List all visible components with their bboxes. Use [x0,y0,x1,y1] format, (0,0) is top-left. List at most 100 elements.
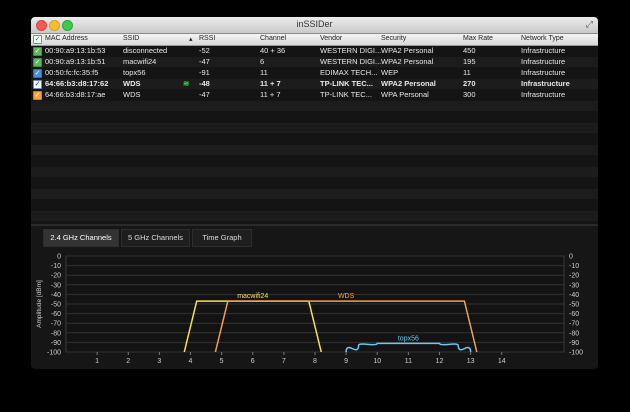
cell-network-type: Infrastructure [521,68,566,77]
row-checkbox[interactable]: ✓ [33,58,42,67]
cell-security: WPA2 Personal [381,46,434,55]
column-header-channel[interactable]: Channel [260,35,286,42]
y-tick-label-right: 0 [569,254,573,261]
tab-2-4ghz-channels[interactable]: 2.4 GHz Channels [43,229,119,247]
table-header: ✓ MAC Address SSID ▴ RSSI Channel Vendor… [31,34,598,46]
column-header-network-type[interactable]: Network Type [521,35,564,42]
y-tick-label-right: -10 [569,263,579,270]
column-header-mac[interactable]: MAC Address [45,35,88,42]
column-header-security[interactable]: Security [381,35,406,42]
cell-channel: 40 + 36 [260,46,286,55]
table-row[interactable]: ✓ 64:66:b3:d8:17:ae WDS -47 11 + 7 TP-LINK TE… [31,90,598,100]
app-window: inSSIDer ⤢ ✓ MAC Address SSID ▴ RSSI Cha… [31,17,598,369]
cell-channel: 11 + 7 [260,79,281,88]
cell-ssid: disconnected [123,46,168,55]
column-header-rssi[interactable]: RSSI [199,35,215,42]
table-row[interactable]: ✓ 00:90:a9:13:1b:51 macwifi24 -47 6 WESTERN D… [31,57,598,67]
cell-security: WPA2 Personal [381,79,436,88]
x-tick-label: 13 [467,358,475,365]
x-tick-label: 12 [436,358,444,365]
column-header-ssid[interactable]: SSID [123,35,139,42]
cell-mac: 00:50:fc:fc:35:f5 [45,68,99,77]
x-tick-label: 4 [189,358,193,365]
cell-rssi: -91 [199,68,210,77]
table-stripe [31,145,598,155]
x-tick-label: 9 [344,358,348,365]
row-checkbox[interactable]: ✓ [33,91,42,100]
cell-security: WPA2 Personal [381,57,434,66]
y-tick-label-left: -10 [51,263,61,270]
y-tick-label-left: -70 [51,321,61,328]
cell-network-type: Infrastructure [521,46,566,55]
row-checkbox[interactable]: ✓ [33,69,42,78]
cell-vendor: WESTERN DIGI... [320,46,382,55]
column-header-max-rate[interactable]: Max Rate [463,35,493,42]
fullscreen-icon[interactable]: ⤢ [586,19,593,30]
channel-chart: 0 0 -10 -10 -20 -20 -30 -30 -40 -40 -50 -50 -60 -60 -7… [36,254,583,366]
y-tick-label-left: -60 [51,311,61,318]
cell-ssid: WDS [123,79,141,88]
y-tick-label-right: -30 [569,282,579,289]
y-tick-label-right: -50 [569,302,579,309]
y-tick-label-left: -40 [51,292,61,299]
cell-mac: 00:90:a9:13:1b:53 [45,46,106,55]
cell-security: WEP [381,68,399,77]
cell-vendor: WESTERN DIGI... [320,57,382,66]
cell-max-rate: 270 [463,79,476,88]
series-label-wds: WDS [338,293,355,300]
table-row[interactable]: ✓ 00:50:fc:fc:35:f5 topx56 -91 11 EDIMAX TECH… [31,68,598,78]
cell-ssid: topx56 [123,68,146,77]
table-stripe [31,211,598,221]
column-header-vendor[interactable]: Vendor [320,35,342,42]
y-tick-label-right: -90 [569,340,579,347]
y-tick-label-left: -20 [51,273,61,280]
row-checkbox[interactable]: ✓ [33,47,42,56]
pane-splitter[interactable] [31,224,598,226]
y-tick-label-left: 0 [57,254,61,261]
x-tick-label: 2 [126,358,130,365]
cell-rssi: -47 [199,90,210,99]
cell-security: WPA Personal [381,90,429,99]
y-tick-label-right: -70 [569,321,579,328]
cell-mac: 64:66:b3:d8:17:ae [45,90,106,99]
series-label-topx56: topx56 [398,335,419,342]
networks-table: ✓ MAC Address SSID ▴ RSSI Channel Vendor… [31,34,598,224]
channel-graph: 0 0 -10 -10 -20 -20 -30 -30 -40 -40 -50 -50 -60 -60 -7… [31,248,598,369]
x-tick-label: 3 [157,358,161,365]
cell-max-rate: 11 [463,68,471,77]
tab-5ghz-channels[interactable]: 5 GHz Channels [121,229,190,247]
y-tick-label-right: -80 [569,330,579,337]
cell-max-rate: 300 [463,90,476,99]
cell-mac: 64:66:b3:d8:17:62 [45,79,109,88]
table-stripe [31,101,598,111]
x-tick-label: 10 [373,358,381,365]
cell-network-type: Infrastructure [521,90,566,99]
y-tick-label-right: -40 [569,292,579,299]
x-tick-label: 5 [220,358,224,365]
table-stripe [31,123,598,133]
cell-max-rate: 195 [463,57,476,66]
y-tick-label-right: -20 [569,273,579,280]
x-tick-label: 6 [251,358,255,365]
y-tick-label-left: -100 [47,350,61,357]
table-stripe [31,178,598,188]
table-stripe [31,112,598,122]
y-tick-label-right: -60 [569,311,579,318]
table-stripe [31,167,598,177]
table-stripe [31,156,598,166]
cell-mac: 00:90:a9:13:1b:51 [45,57,106,66]
select-all-checkbox[interactable]: ✓ [33,35,42,44]
series-label-macwifi24: macwifi24 [237,293,268,300]
x-tick-label: 14 [498,358,506,365]
table-row[interactable]: ✓ 64:66:b3:d8:17:62 WDS -48 11 + 7 TP-LINK TE… [31,79,598,89]
cell-rssi: -48 [199,79,210,88]
cell-channel: 6 [260,57,265,66]
y-tick-label-left: -50 [51,302,61,309]
tab-time-graph[interactable]: Time Graph [192,229,252,247]
sort-arrow-icon: ▴ [189,36,193,43]
cell-vendor: TP-LINK TEC... [320,90,372,99]
row-checkbox[interactable]: ✓ [33,80,42,89]
x-tick-label: 1 [95,358,99,365]
cell-network-type: Infrastructure [521,79,570,88]
table-row[interactable]: ✓ 00:90:a9:13:1b:53 disconnected -52 40 + 36… [31,46,598,56]
